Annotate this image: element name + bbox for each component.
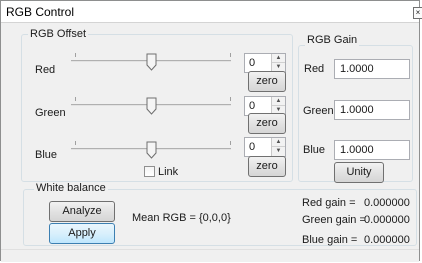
window-title: RGB Control: [6, 5, 75, 19]
gain-green-field[interactable]: 1.0000: [334, 100, 410, 120]
slider-tick: [230, 53, 231, 57]
green-gain-label: Green gain =: [302, 214, 366, 226]
gain-red-label: Red: [304, 63, 325, 75]
slider-thumb[interactable]: [146, 53, 157, 71]
slider-tick: [75, 97, 76, 101]
gain-blue-label: Blue: [303, 144, 326, 156]
apply-button[interactable]: Apply: [49, 223, 115, 244]
gain-green-label: Green: [303, 105, 334, 117]
slider-tick: [230, 97, 231, 101]
offset-red-zero-button[interactable]: zero: [248, 71, 286, 92]
offset-red-value: 0: [249, 57, 256, 69]
offset-green-label: Green: [35, 107, 66, 119]
spin-arrows: ▲ ▼: [271, 138, 285, 156]
rgb-offset-label: RGB Offset: [28, 28, 89, 40]
offset-red-label: Red: [35, 64, 56, 76]
rgb-control-window: RGB Control × RGB Offset Red 0 ▲ ▼ zero …: [0, 0, 422, 262]
slider-thumb[interactable]: [146, 141, 157, 159]
gain-red-field[interactable]: 1.0000: [334, 59, 410, 79]
close-icon[interactable]: ×: [413, 7, 422, 19]
slider-tick: [75, 141, 76, 145]
rgb-gain-label: RGB Gain: [305, 34, 360, 46]
gain-blue-field[interactable]: 1.0000: [334, 140, 410, 160]
spin-up-icon[interactable]: ▲: [272, 97, 285, 106]
green-gain-value: 0.000000: [364, 214, 410, 226]
link-checkbox[interactable]: [144, 166, 155, 177]
blue-gain-label: Blue gain =: [302, 234, 358, 246]
spin-down-icon[interactable]: ▼: [272, 147, 285, 156]
link-label: Link: [158, 166, 179, 178]
title-bar: RGB Control ×: [1, 1, 422, 23]
red-gain-label: Red gain =: [302, 197, 356, 209]
slider-thumb[interactable]: [146, 97, 157, 115]
offset-blue-zero-button[interactable]: zero: [248, 156, 286, 177]
spin-arrows: ▲ ▼: [271, 54, 285, 72]
white-balance-label: White balance: [34, 182, 108, 194]
offset-blue-label: Blue: [35, 149, 58, 161]
spin-up-icon[interactable]: ▲: [272, 54, 285, 63]
spin-up-icon[interactable]: ▲: [272, 138, 285, 147]
offset-blue-spinbox[interactable]: 0 ▲ ▼: [244, 137, 286, 157]
window-bottom-border: [1, 249, 419, 262]
analyze-button[interactable]: Analyze: [49, 201, 115, 222]
red-gain-value: 0.000000: [364, 197, 410, 209]
slider-tick: [230, 141, 231, 145]
offset-red-spinbox[interactable]: 0 ▲ ▼: [244, 53, 286, 73]
slider-tick: [75, 53, 76, 57]
unity-button[interactable]: Unity: [334, 162, 384, 183]
offset-blue-value: 0: [249, 141, 256, 153]
offset-green-value: 0: [249, 100, 256, 112]
offset-green-zero-button[interactable]: zero: [248, 113, 286, 134]
blue-gain-value: 0.000000: [364, 234, 410, 246]
mean-rgb-text: Mean RGB = {0,0,0}: [132, 212, 231, 224]
